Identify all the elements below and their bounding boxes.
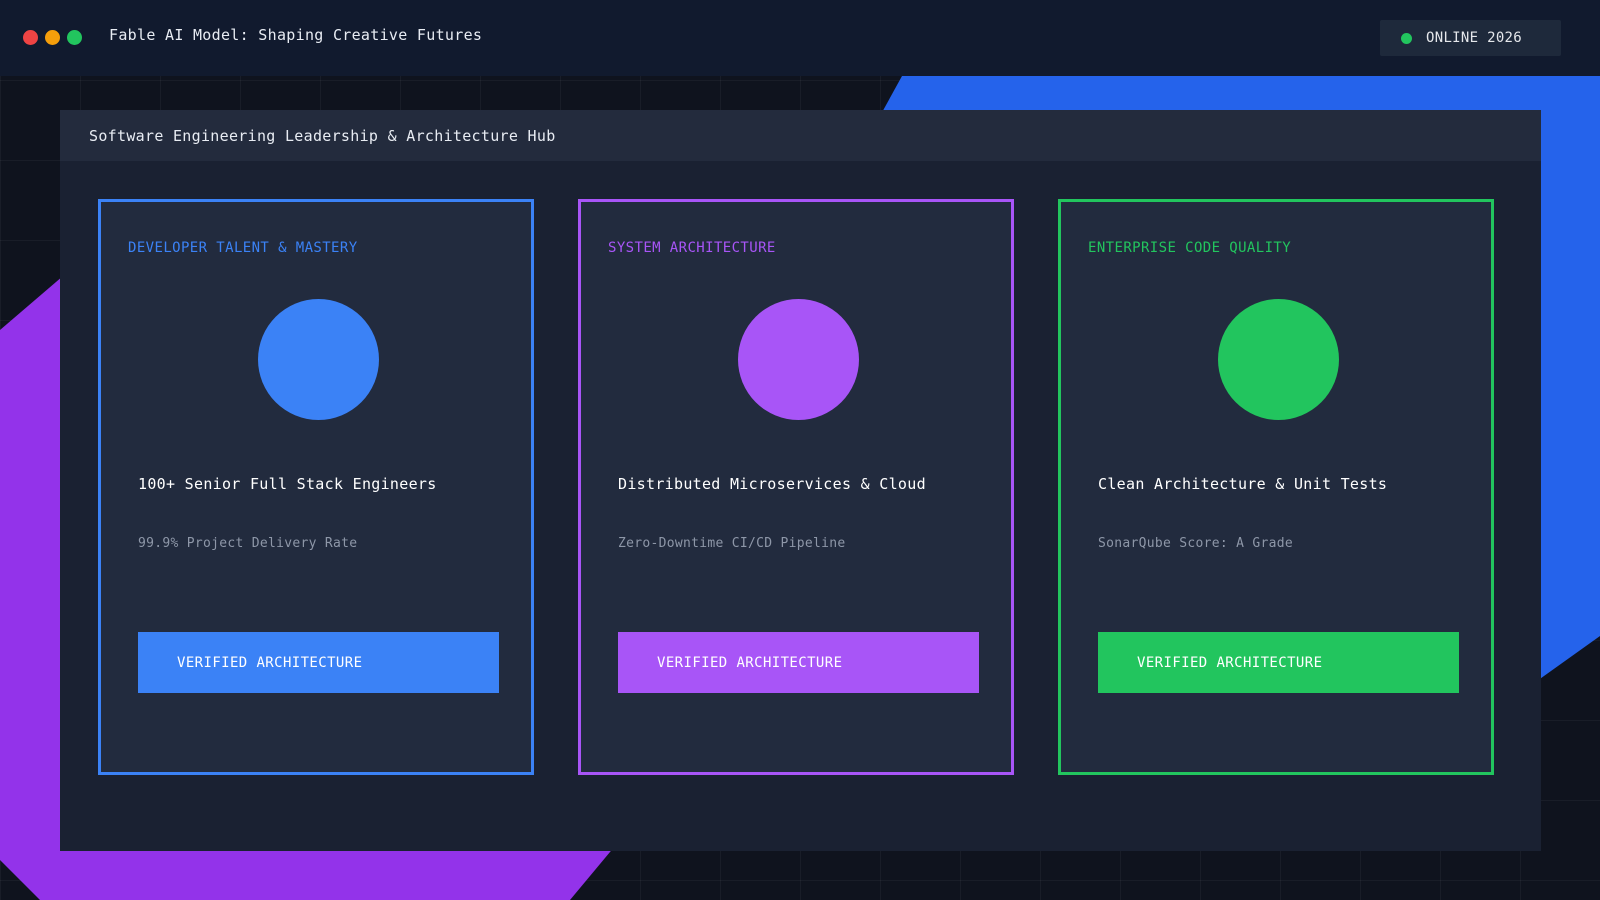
app-stage: Fable AI Model: Shaping Creative Futures… <box>0 0 1600 900</box>
card-label: SYSTEM ARCHITECTURE <box>608 240 776 256</box>
circle-icon <box>1218 299 1339 420</box>
card-label: DEVELOPER TALENT & MASTERY <box>128 240 358 256</box>
verified-architecture-button[interactable]: VERIFIED ARCHITECTURE <box>618 632 979 693</box>
circle-icon <box>738 299 859 420</box>
title-bar: Fable AI Model: Shaping Creative Futures… <box>0 0 1600 76</box>
card-heading: Clean Architecture & Unit Tests <box>1098 475 1388 493</box>
status-indicator-icon <box>1401 32 1412 44</box>
card-subtext: 99.9% Project Delivery Rate <box>138 536 358 551</box>
card-enterprise-code-quality: ENTERPRISE CODE QUALITY Clean Architectu… <box>1058 199 1494 775</box>
card-developer-talent: DEVELOPER TALENT & MASTERY 100+ Senior F… <box>98 199 534 775</box>
close-window-button[interactable] <box>23 30 38 45</box>
verified-architecture-button[interactable]: VERIFIED ARCHITECTURE <box>1098 632 1459 693</box>
status-label: ONLINE 2026 <box>1426 30 1523 46</box>
card-label: ENTERPRISE CODE QUALITY <box>1088 240 1292 256</box>
card-heading: 100+ Senior Full Stack Engineers <box>138 475 437 493</box>
minimize-window-button[interactable] <box>45 30 60 45</box>
verified-architecture-button[interactable]: VERIFIED ARCHITECTURE <box>138 632 499 693</box>
panel-title: Software Engineering Leadership & Archit… <box>89 126 556 145</box>
card-subtext: Zero-Downtime CI/CD Pipeline <box>618 536 846 551</box>
main-panel: Software Engineering Leadership & Archit… <box>60 110 1541 851</box>
app-title: Fable AI Model: Shaping Creative Futures <box>109 26 483 44</box>
card-system-architecture: SYSTEM ARCHITECTURE Distributed Microser… <box>578 199 1014 775</box>
card-subtext: SonarQube Score: A Grade <box>1098 536 1294 551</box>
card-heading: Distributed Microservices & Cloud <box>618 475 926 493</box>
circle-icon <box>258 299 379 420</box>
status-badge: ONLINE 2026 <box>1380 20 1561 56</box>
panel-header: Software Engineering Leadership & Archit… <box>60 110 1541 161</box>
window-controls <box>23 30 82 45</box>
maximize-window-button[interactable] <box>67 30 82 45</box>
